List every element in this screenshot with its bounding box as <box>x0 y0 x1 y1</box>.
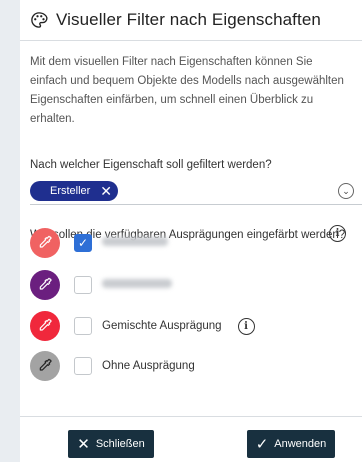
selected-property-tag: Ersteller ✕ <box>30 181 118 201</box>
dropdown-chevron-icon[interactable]: ⌄ <box>338 183 354 199</box>
footer-divider <box>20 416 362 417</box>
filter-dialog: Visueller Filter nach Eigenschaften Mit … <box>20 0 362 462</box>
check-icon: ✓ <box>255 436 269 453</box>
dialog-description: Mit dem visuellen Filter nach Eigenschaf… <box>30 56 344 125</box>
property-question: Nach welcher Eigenschaft soll gefiltert … <box>30 159 272 171</box>
eyedropper-icon[interactable] <box>30 270 60 300</box>
tag-remove-icon[interactable]: ✕ <box>100 183 112 199</box>
value-row <box>30 268 172 302</box>
value-checkbox[interactable] <box>74 317 92 335</box>
close-icon: ✕ <box>77 436 90 453</box>
close-button-label: Schließen <box>95 438 145 450</box>
dialog-title: Visueller Filter nach Eigenschaften <box>56 10 321 29</box>
dialog-header: Visueller Filter nach Eigenschaften <box>20 0 362 40</box>
apply-button-label: Anwenden <box>274 438 327 450</box>
value-checkbox[interactable]: ✓ <box>74 234 92 252</box>
value-row: ✓ <box>30 226 168 260</box>
eyedropper-icon[interactable] <box>30 311 60 341</box>
value-row: Ohne Ausprägung <box>30 349 195 383</box>
info-icon[interactable]: i <box>237 317 255 335</box>
info-icon[interactable]: i <box>329 225 346 242</box>
value-label-blurred <box>102 279 172 291</box>
palette-icon <box>31 12 48 28</box>
value-row: Gemischte Ausprägung i <box>30 309 255 343</box>
value-checkbox[interactable] <box>74 276 92 294</box>
close-button[interactable]: ✕ Schließen <box>68 430 154 458</box>
apply-button[interactable]: ✓ Anwenden <box>247 430 335 458</box>
eyedropper-icon[interactable] <box>30 351 60 381</box>
tag-label: Ersteller <box>50 185 91 197</box>
value-label-blurred <box>102 237 168 249</box>
value-label: Ohne Ausprägung <box>102 360 195 372</box>
value-label: Gemischte Ausprägung <box>102 320 222 332</box>
property-select[interactable]: Ersteller ✕ ⌄ <box>30 177 362 205</box>
value-checkbox[interactable] <box>74 357 92 375</box>
eyedropper-icon[interactable] <box>30 228 60 258</box>
